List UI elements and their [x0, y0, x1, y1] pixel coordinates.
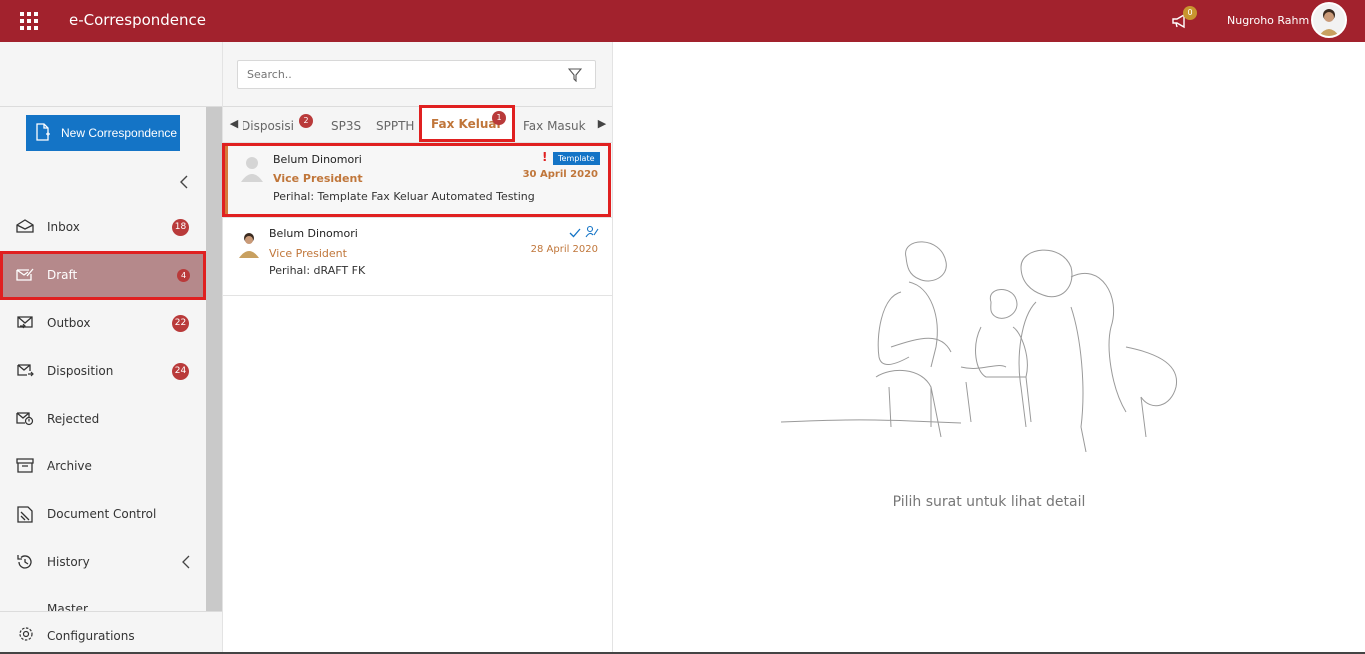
archive-icon	[16, 458, 34, 473]
list-item[interactable]: Belum Dinomori Vice President Perihal: T…	[223, 144, 612, 218]
sidebar-item-label: Master	[47, 602, 88, 611]
tab-fax-masuk[interactable]: Fax Masuk	[523, 119, 586, 133]
avatar-placeholder-icon	[241, 157, 263, 182]
tab-sp3s[interactable]: SP3S	[331, 119, 361, 133]
sidebar: New Correspondence Inbox 18 Draft 4 Outb…	[0, 42, 223, 654]
app-title: e-Correspondence	[69, 11, 207, 29]
avatar	[239, 233, 259, 258]
tab-fax-keluar[interactable]: Fax Keluar 1	[419, 105, 515, 142]
template-badge: Template	[553, 152, 600, 165]
history-icon	[17, 555, 32, 569]
outbox-icon	[17, 316, 33, 329]
tab-bar: ◀ Disposisi 2 SP3S SPPTH Fax Masuk ▶	[223, 107, 612, 143]
sidebar-item-draft[interactable]: Draft 4	[0, 252, 205, 298]
sidebar-item-label: Disposition	[47, 364, 114, 378]
sidebar-item-label: History	[47, 555, 90, 569]
sidebar-item-archive[interactable]: Archive	[0, 443, 205, 489]
user-avatar[interactable]	[1311, 2, 1347, 38]
tab-fax-keluar-badge: 1	[492, 111, 506, 125]
urgent-icon: !	[542, 150, 548, 164]
chevron-left-icon	[182, 555, 190, 569]
sidebar-item-outbox[interactable]: Outbox 22	[0, 300, 205, 346]
sidebar-item-inbox[interactable]: Inbox 18	[0, 204, 205, 250]
sidebar-item-label: Rejected	[47, 412, 100, 426]
correspondence-list-panel: ◀ Disposisi 2 SP3S SPPTH Fax Masuk ▶ Fax…	[223, 42, 613, 654]
tab-disposisi-badge: 2	[299, 114, 313, 128]
search-bar	[223, 42, 612, 107]
tab-scroll-right-icon[interactable]: ▶	[592, 117, 612, 133]
subject: Perihal: Template Fax Keluar Automated T…	[273, 190, 535, 203]
inbox-count-badge: 18	[172, 219, 189, 236]
sidebar-item-label: Archive	[47, 459, 92, 473]
sidebar-item-label: Draft	[47, 268, 78, 282]
rejected-icon	[16, 412, 34, 426]
sidebar-item-label: Document Control	[47, 507, 157, 521]
notification-badge: 0	[1183, 6, 1197, 20]
disposition-icon	[17, 364, 34, 377]
date: 30 April 2020	[522, 169, 598, 180]
top-bar: e-Correspondence 0 Nugroho Rahm	[0, 0, 1365, 42]
tab-sppth[interactable]: SPPTH	[376, 119, 414, 133]
tab-scroll-left-icon[interactable]: ◀	[224, 117, 244, 133]
outbox-count-badge: 22	[172, 315, 189, 332]
sidebar-scrollbar[interactable]	[206, 107, 222, 611]
sidebar-item-document-control[interactable]: Document Control	[0, 491, 205, 537]
gear-icon	[19, 627, 33, 641]
sidebar-item-disposition[interactable]: Disposition 24	[0, 348, 205, 394]
sender-name: Belum Dinomori	[273, 153, 362, 166]
sidebar-item-history[interactable]: History	[0, 539, 205, 585]
filter-icon[interactable]	[568, 68, 582, 82]
sidebar-header	[0, 42, 222, 107]
sender-name: Belum Dinomori	[269, 227, 358, 240]
search-input[interactable]	[237, 60, 596, 89]
user-name[interactable]: Nugroho Rahm	[1227, 14, 1309, 27]
sender-role: Vice President	[269, 247, 347, 260]
sidebar-item-label: Outbox	[47, 316, 91, 330]
sidebar-item-master[interactable]: Master	[0, 597, 205, 611]
draft-count-badge: 4	[177, 269, 190, 282]
sender-role: Vice President	[273, 172, 363, 185]
collapse-sidebar-icon[interactable]	[178, 174, 190, 190]
draft-icon	[16, 268, 34, 281]
sidebar-item-label: Inbox	[47, 220, 80, 234]
document-control-icon	[17, 506, 33, 523]
new-correspondence-button[interactable]: New Correspondence	[26, 115, 180, 151]
tab-strip: Disposisi 2 SP3S SPPTH Fax Masuk	[243, 107, 588, 143]
sidebar-item-rejected[interactable]: Rejected	[0, 396, 205, 442]
check-icon	[569, 228, 581, 238]
detail-panel: Pilih surat untuk lihat detail	[613, 42, 1365, 654]
team-illustration	[781, 241, 1177, 452]
subject: Perihal: dRAFT FK	[269, 264, 366, 277]
disposition-count-badge: 24	[172, 363, 189, 380]
tab-disposisi[interactable]: Disposisi	[243, 119, 294, 133]
configurations-button[interactable]: Configurations	[0, 611, 222, 654]
user-signed-icon	[585, 225, 599, 238]
inbox-icon	[16, 219, 34, 233]
empty-state-text: Pilih surat untuk lihat detail	[892, 494, 1086, 510]
new-document-icon	[36, 123, 50, 141]
grid-icon[interactable]	[20, 12, 38, 30]
configurations-label: Configurations	[47, 629, 135, 643]
date: 28 April 2020	[530, 244, 598, 255]
list-item[interactable]: Belum Dinomori Vice President Perihal: d…	[223, 220, 612, 296]
new-correspondence-label: New Correspondence	[61, 126, 178, 140]
